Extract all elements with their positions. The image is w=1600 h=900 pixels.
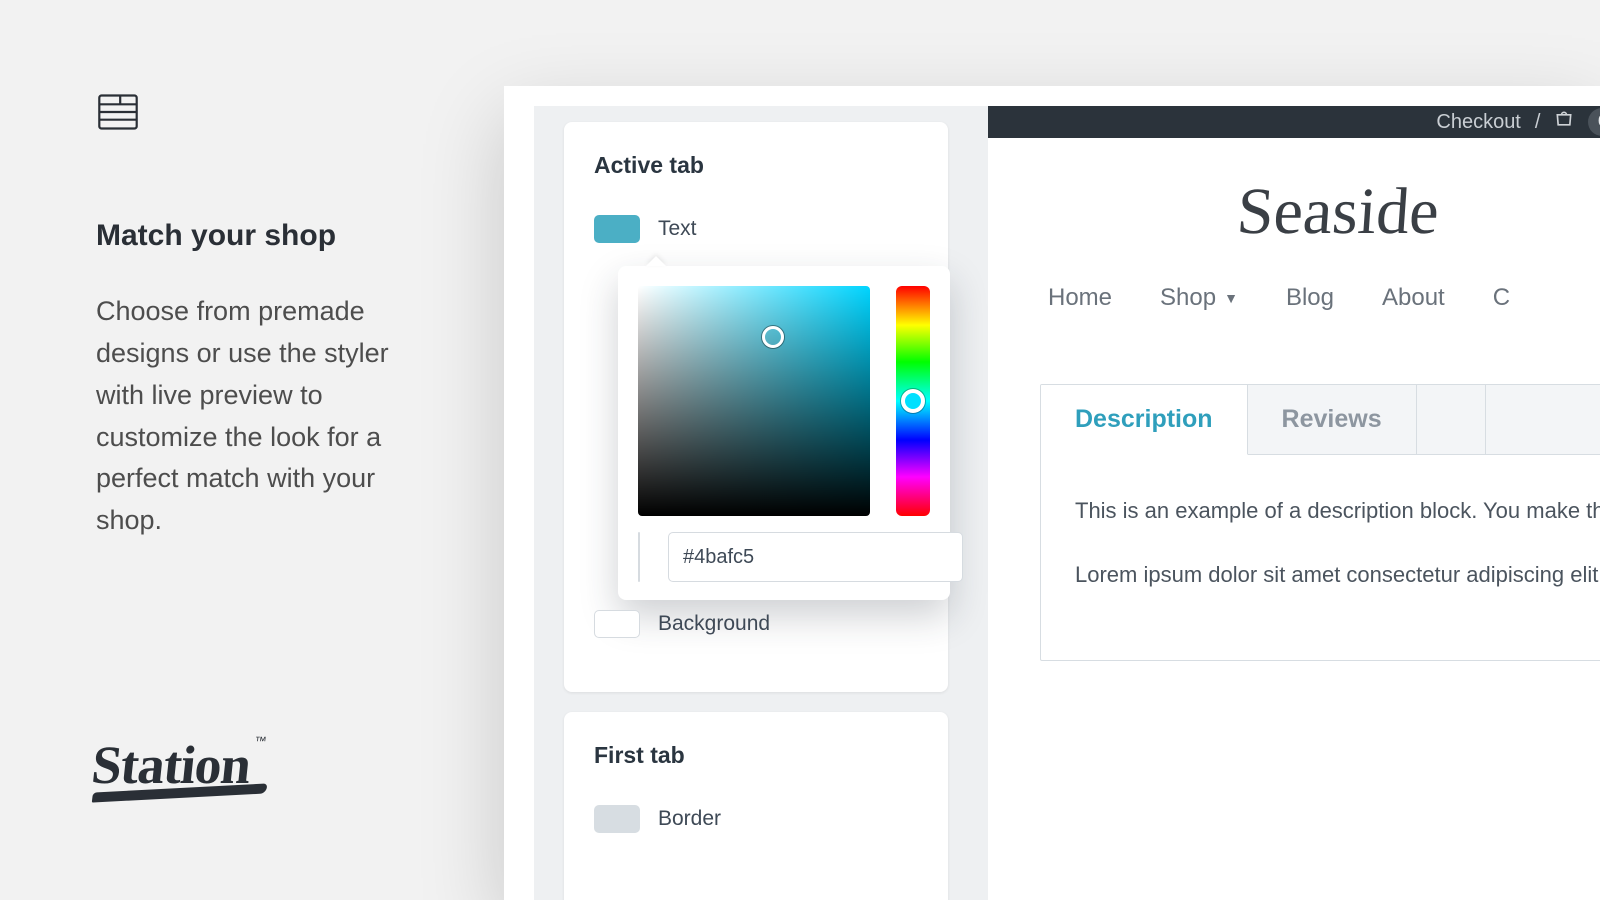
tab-overflow[interactable] xyxy=(1417,385,1486,454)
option-background-color[interactable]: Background xyxy=(594,610,770,638)
cart-icon[interactable] xyxy=(1554,109,1574,135)
nav-overflow[interactable]: C xyxy=(1493,284,1510,312)
checkout-link[interactable]: Checkout xyxy=(1436,111,1521,134)
label-border: Border xyxy=(658,807,721,831)
tab-description[interactable]: Description xyxy=(1041,385,1248,455)
shop-logo: Seaside xyxy=(988,174,1600,250)
swatch-background-color[interactable] xyxy=(594,610,640,638)
page-description: Choose from premade designs or use the s… xyxy=(96,291,406,542)
content-paragraph: Lorem ipsum dolor sit amet consectetur a… xyxy=(1075,557,1600,593)
color-picker xyxy=(618,266,950,600)
brand-logo: Station™ xyxy=(89,734,267,796)
swatch-border-color[interactable] xyxy=(594,805,640,833)
swatch-text-color[interactable] xyxy=(594,215,640,243)
nav-about[interactable]: About xyxy=(1382,284,1445,312)
cart-count: 0 xyxy=(1588,108,1600,136)
card-active-tab: Active tab Text xyxy=(564,122,948,692)
app-window: Active tab Text xyxy=(504,86,1600,900)
hue-slider[interactable] xyxy=(896,286,930,516)
tab-reviews[interactable]: Reviews xyxy=(1248,385,1417,454)
alpha-swatch[interactable] xyxy=(638,532,640,582)
app-icon xyxy=(96,90,406,139)
page-headline: Match your shop xyxy=(96,219,406,253)
chevron-down-icon: ▼ xyxy=(1224,290,1238,306)
label-background: Background xyxy=(658,612,770,636)
card-title-first: First tab xyxy=(594,742,918,769)
preview-nav: Home Shop ▼ Blog About C xyxy=(988,284,1600,312)
preview-tabs-container: Description Reviews This is an example o… xyxy=(1040,384,1600,661)
label-text: Text xyxy=(658,217,697,241)
option-text-color[interactable]: Text xyxy=(594,215,918,243)
nav-shop[interactable]: Shop ▼ xyxy=(1160,284,1238,312)
card-title-active: Active tab xyxy=(594,152,918,179)
content-paragraph: This is an example of a description bloc… xyxy=(1075,493,1600,529)
hue-thumb[interactable] xyxy=(901,389,925,413)
live-preview: Checkout / 0 / Seaside Home Shop ▼ Blog … xyxy=(988,106,1600,900)
preview-topbar: Checkout / 0 / xyxy=(988,106,1600,138)
sv-thumb[interactable] xyxy=(762,326,784,348)
hex-input[interactable] xyxy=(668,532,963,582)
option-border-color[interactable]: Border xyxy=(594,805,918,833)
topbar-divider: / xyxy=(1535,111,1541,134)
nav-blog[interactable]: Blog xyxy=(1286,284,1334,312)
tab-content: This is an example of a description bloc… xyxy=(1041,455,1600,660)
saturation-value-area[interactable] xyxy=(638,286,870,516)
nav-home[interactable]: Home xyxy=(1048,284,1112,312)
card-first-tab: First tab Border xyxy=(564,712,948,900)
